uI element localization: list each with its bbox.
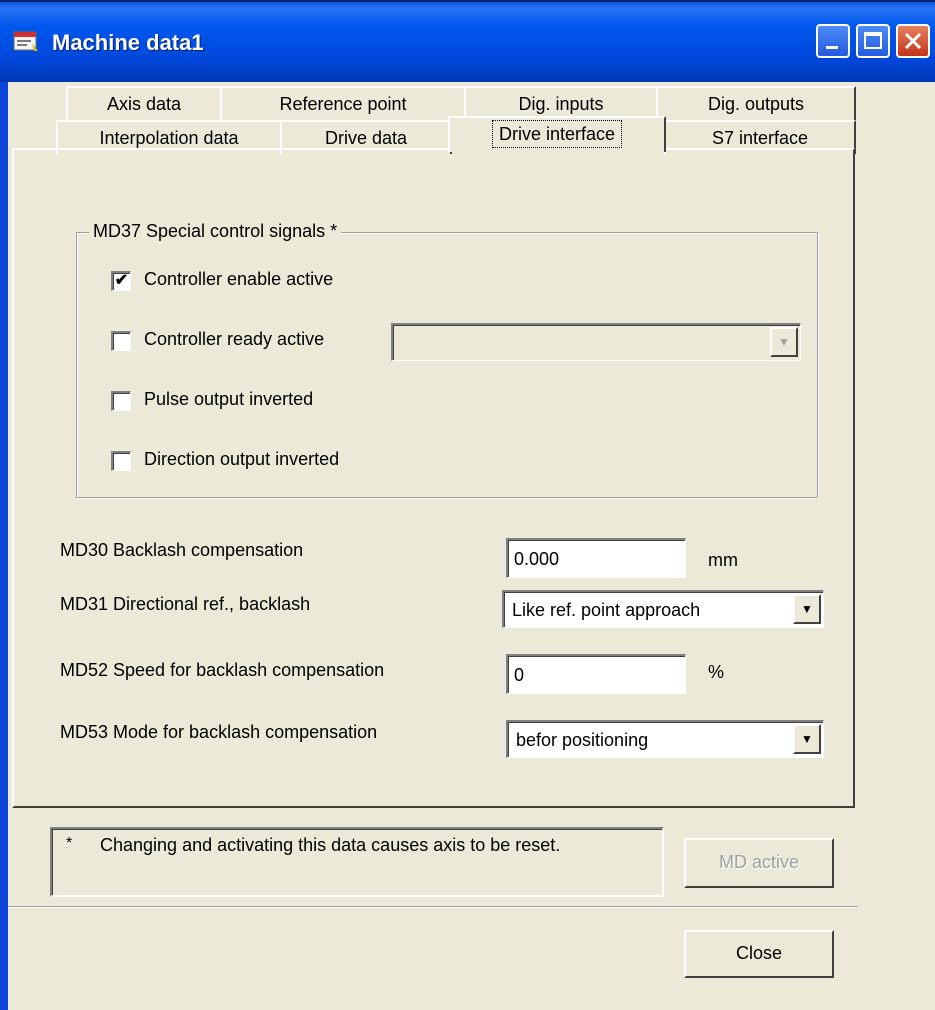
minimize-button[interactable] (816, 24, 850, 58)
tab-drive-interface[interactable]: Drive interface (448, 116, 666, 152)
controller-enable-checkbox[interactable]: ✔ (111, 271, 131, 291)
group-title: MD37 Special control signals * (89, 221, 342, 242)
md52-input[interactable]: 0 (506, 654, 686, 694)
tab-label: Drive interface (491, 120, 623, 148)
divider (8, 906, 858, 908)
tab-reference-point[interactable]: Reference point (220, 86, 466, 120)
close-button[interactable]: Close (684, 930, 834, 978)
tab-label: Reference point (279, 94, 407, 114)
input-value: 0.000 (514, 549, 560, 569)
select-value: befor positioning (516, 730, 649, 750)
md30-label: MD30 Backlash compensation (60, 540, 304, 560)
direction-output-inverted-checkbox[interactable] (111, 451, 131, 471)
close-window-button[interactable] (896, 24, 930, 58)
md53-label: MD53 Mode for backlash compensation (60, 722, 378, 742)
note-text: Changing and activating this data causes… (100, 835, 561, 855)
checkbox-label: Controller ready active (144, 329, 325, 349)
maximize-icon (864, 32, 882, 49)
checkbox-label: Controller enable active (144, 269, 334, 289)
special-control-signals-group: MD37 Special control signals * ✔ Control… (76, 221, 818, 498)
tab-dig-outputs[interactable]: Dig. outputs (656, 86, 856, 120)
window-left-border (0, 82, 8, 1010)
md31-select[interactable]: Like ref. point approach ▼ (502, 590, 824, 628)
maximize-button[interactable] (856, 24, 890, 58)
checkbox-label: Direction output inverted (144, 449, 340, 469)
chevron-down-icon[interactable]: ▼ (793, 724, 821, 754)
md30-unit: mm (708, 550, 738, 570)
close-icon (904, 32, 922, 50)
pulse-output-inverted-checkbox[interactable] (111, 391, 131, 411)
note-asterisk: * (66, 835, 73, 852)
title-bar[interactable]: Machine data1 (0, 0, 935, 82)
tab-dig-inputs[interactable]: Dig. inputs (464, 86, 658, 120)
md31-label: MD31 Directional ref., backlash (60, 594, 311, 614)
chevron-down-icon[interactable]: ▼ (793, 594, 821, 624)
window-title: Machine data1 (52, 30, 204, 55)
chevron-down-icon[interactable]: ▼ (770, 327, 798, 357)
md30-input[interactable]: 0.000 (506, 538, 686, 578)
md52-label: MD52 Speed for backlash compensation (60, 660, 385, 680)
tab-axis-data[interactable]: Axis data (66, 86, 222, 120)
reset-warning-note: * Changing and activating this data caus… (50, 827, 664, 897)
checkbox-label: Pulse output inverted (144, 389, 314, 409)
md52-unit: % (708, 662, 725, 682)
tab-label: Dig. outputs (707, 94, 805, 114)
tab-label: Axis data (106, 94, 182, 114)
md53-select[interactable]: befor positioning ▼ (506, 720, 824, 758)
controller-ready-checkbox[interactable] (111, 331, 131, 351)
dialog-client-area: Axis data Reference point Dig. inputs Di… (8, 82, 935, 1010)
input-value: 0 (514, 665, 525, 685)
md-active-button[interactable]: MD active (684, 838, 834, 888)
controller-ready-select[interactable]: ▼ (391, 323, 801, 361)
machine-data-dialog: Machine data1 Axis data Reference point … (0, 0, 935, 1010)
select-value: Like ref. point approach (512, 600, 701, 620)
minimize-icon (826, 46, 838, 49)
app-icon (13, 31, 38, 51)
